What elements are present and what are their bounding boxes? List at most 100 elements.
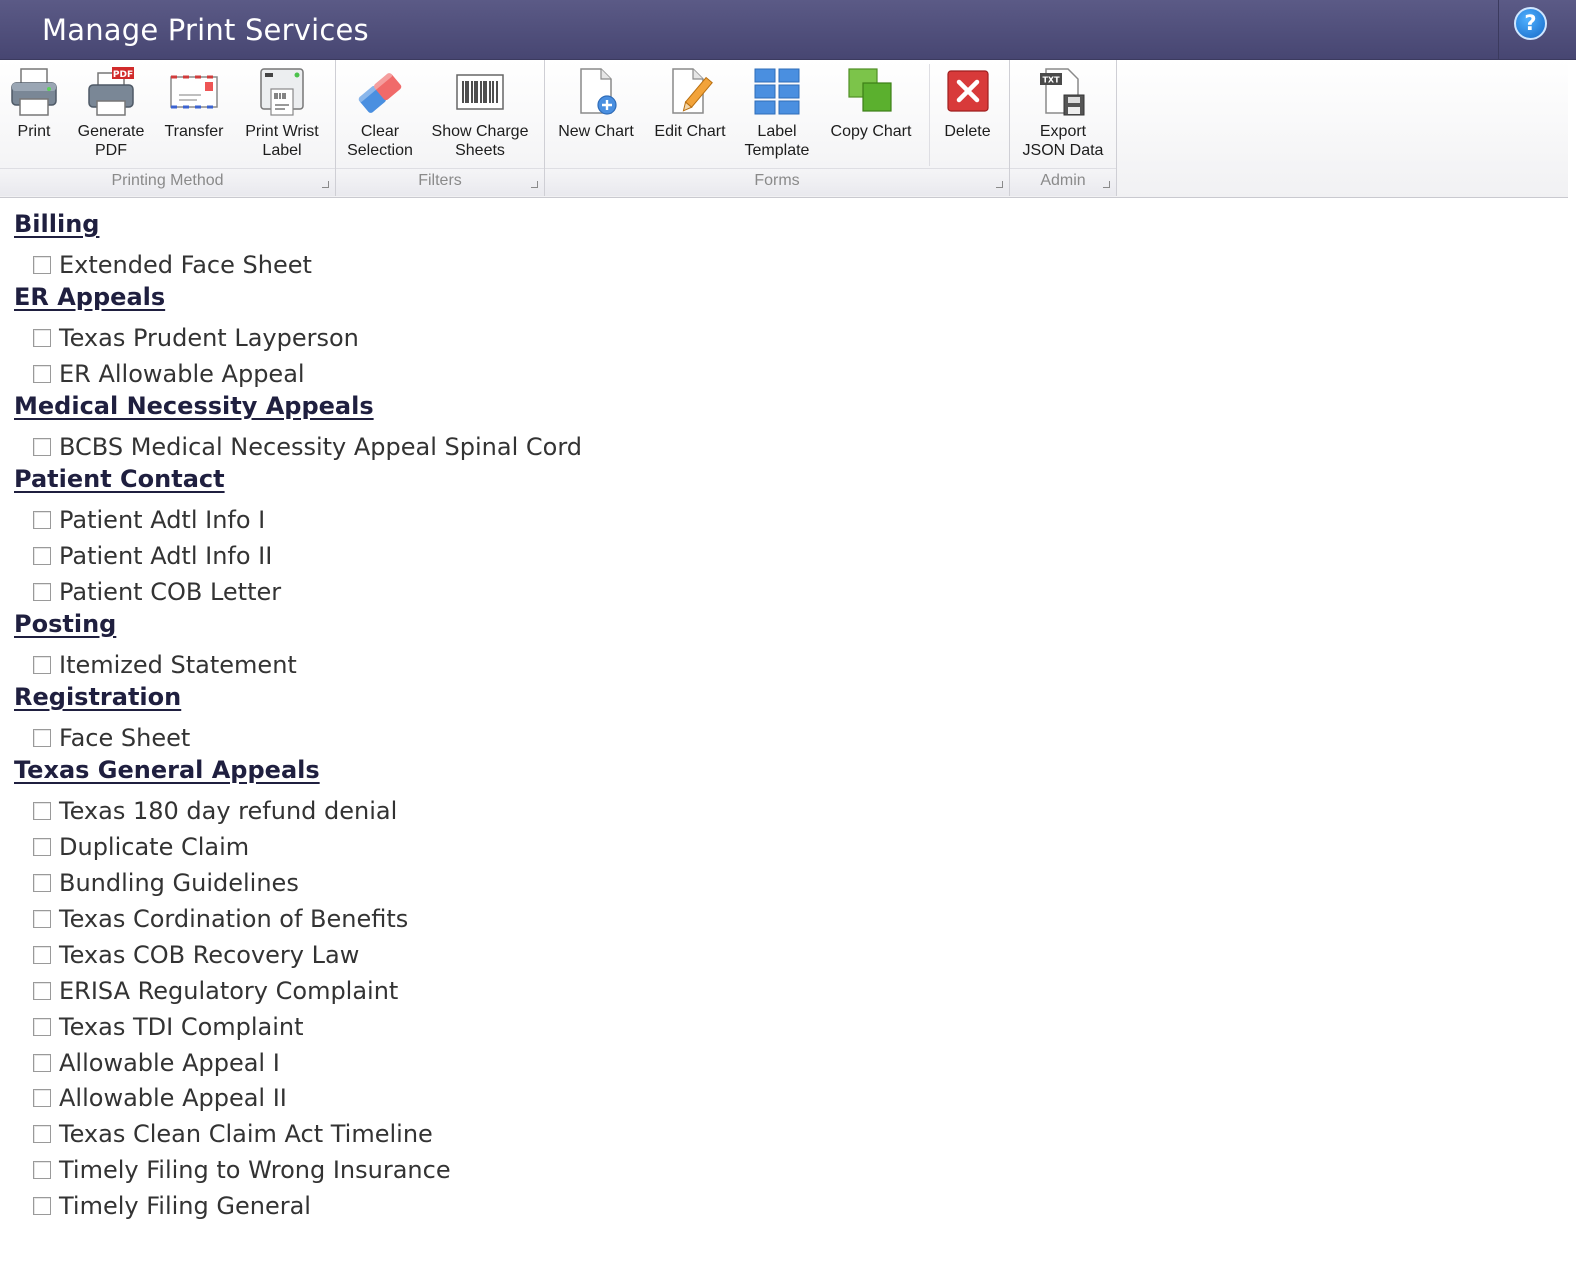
ribbon-group-admin: TXT Export JSON Data Admin (1010, 60, 1117, 196)
category-heading-texas-general-appeals: Texas General Appeals (14, 756, 320, 784)
form-checkbox[interactable] (33, 656, 51, 674)
form-item[interactable]: Texas 180 day refund denial (33, 796, 397, 826)
form-checkbox[interactable] (33, 329, 51, 347)
form-item[interactable]: Texas Prudent Layperson (33, 323, 359, 353)
form-checkbox[interactable] (33, 729, 51, 747)
form-item-label: Texas COB Recovery Law (59, 941, 360, 969)
transfer-button[interactable]: Transfer (158, 64, 230, 166)
form-checkbox[interactable] (33, 1089, 51, 1107)
form-item[interactable]: Texas TDI Complaint (33, 1012, 304, 1042)
edit-chart-label: Edit Chart (654, 123, 726, 140)
new-chart-button[interactable]: New Chart (553, 64, 639, 166)
label-template-button[interactable]: Label Template (737, 64, 817, 166)
form-item-label: BCBS Medical Necessity Appeal Spinal Cor… (59, 433, 583, 461)
form-item[interactable]: ER Allowable Appeal (33, 359, 305, 389)
form-checkbox[interactable] (33, 946, 51, 964)
form-checkbox[interactable] (33, 910, 51, 928)
svg-text:TXT: TXT (1042, 76, 1060, 85)
dialog-launcher-icon[interactable] (322, 181, 329, 188)
form-checkbox[interactable] (33, 1054, 51, 1072)
transfer-label: Transfer (164, 123, 224, 140)
form-item-label: Texas TDI Complaint (59, 1013, 304, 1041)
print-button[interactable]: Print (4, 64, 64, 166)
ribbon-group-label: Admin (1040, 172, 1086, 189)
ribbon-group-forms: New Chart Edit Chart Label Template Copy… (545, 60, 1010, 196)
form-item[interactable]: Allowable Appeal I (33, 1048, 280, 1078)
copy-chart-button[interactable]: Copy Chart (825, 64, 917, 166)
form-item-label: Patient Adtl Info II (59, 542, 273, 570)
grid-template-icon (754, 68, 800, 115)
form-item[interactable]: Texas Clean Claim Act Timeline (33, 1119, 433, 1149)
form-checkbox[interactable] (33, 838, 51, 856)
category-heading-registration: Registration (14, 683, 182, 711)
form-checkbox[interactable] (33, 1161, 51, 1179)
form-item[interactable]: Patient Adtl Info I (33, 505, 265, 535)
form-item-label: Texas Prudent Layperson (59, 324, 359, 352)
printer-icon (11, 68, 57, 116)
form-item-label: Texas 180 day refund denial (59, 797, 398, 825)
form-checkbox[interactable] (33, 511, 51, 529)
ribbon-toolbar: Print PDF Generate PDF Transfer Print Wr… (0, 60, 1568, 198)
barcode-icon (456, 74, 504, 110)
clear-selection-button[interactable]: Clear Selection (342, 64, 418, 166)
form-item[interactable]: Face Sheet (33, 723, 190, 753)
eraser-icon (358, 72, 402, 113)
form-item[interactable]: Timely Filing to Wrong Insurance (33, 1155, 451, 1185)
form-checkbox[interactable] (33, 982, 51, 1000)
print-wrist-label-label: Print Wrist Label (245, 123, 319, 159)
delete-button[interactable]: Delete (929, 64, 1005, 166)
form-item-label: Timely Filing to Wrong Insurance (59, 1156, 451, 1184)
form-item[interactable]: Texas Cordination of Benefits (33, 904, 408, 934)
form-checkbox[interactable] (33, 1125, 51, 1143)
form-checkbox[interactable] (33, 1018, 51, 1036)
category-heading-medical-necessity-appeals: Medical Necessity Appeals (14, 392, 374, 420)
edit-document-icon (672, 68, 713, 114)
print-wrist-label-button[interactable]: Print Wrist Label (238, 64, 326, 166)
window-edge (1568, 60, 1576, 1275)
form-checkbox[interactable] (33, 547, 51, 565)
export-json-data-button[interactable]: TXT Export JSON Data (1016, 64, 1110, 166)
form-checkbox[interactable] (33, 802, 51, 820)
dialog-launcher-icon[interactable] (531, 181, 538, 188)
form-item[interactable]: Timely Filing General (33, 1191, 311, 1221)
form-item[interactable]: ERISA Regulatory Complaint (33, 976, 398, 1006)
show-charge-sheets-button[interactable]: Show Charge Sheets (428, 64, 532, 166)
form-checkbox[interactable] (33, 256, 51, 274)
form-item[interactable]: Texas COB Recovery Law (33, 940, 359, 970)
form-item[interactable]: Extended Face Sheet (33, 250, 312, 280)
clear-selection-label: Clear Selection (347, 123, 413, 159)
help-button[interactable]: ? (1514, 7, 1547, 40)
edit-chart-button[interactable]: Edit Chart (647, 64, 733, 166)
category-heading-billing: Billing (14, 210, 100, 238)
dialog-launcher-icon[interactable] (996, 181, 1003, 188)
dialog-launcher-icon[interactable] (1103, 181, 1110, 188)
form-checkbox[interactable] (33, 438, 51, 456)
form-item[interactable]: Itemized Statement (33, 650, 297, 680)
form-item[interactable]: Patient Adtl Info II (33, 541, 272, 571)
form-checkbox[interactable] (33, 874, 51, 892)
form-item[interactable]: Duplicate Claim (33, 832, 249, 862)
form-item-label: Texas Cordination of Benefits (59, 905, 409, 933)
form-list: Billing Extended Face Sheet ER Appeals T… (0, 198, 1568, 1275)
form-checkbox[interactable] (33, 583, 51, 601)
svg-text:PDF: PDF (113, 70, 133, 80)
form-checkbox[interactable] (33, 365, 51, 383)
form-item-label: Patient COB Letter (59, 578, 282, 606)
form-checkbox[interactable] (33, 1197, 51, 1215)
form-item-label: ERISA Regulatory Complaint (59, 977, 399, 1005)
ribbon-group-label: Forms (754, 172, 800, 189)
form-item[interactable]: Allowable Appeal II (33, 1083, 287, 1113)
label-template-label: Label Template (744, 123, 810, 159)
form-item-label: Allowable Appeal I (59, 1049, 280, 1077)
form-item[interactable]: Bundling Guidelines (33, 868, 299, 898)
export-json-data-label: Export JSON Data (1022, 123, 1104, 159)
form-item-label: Face Sheet (59, 724, 191, 752)
generate-pdf-button[interactable]: PDF Generate PDF (72, 64, 150, 166)
delete-label: Delete (944, 123, 991, 140)
generate-pdf-label: Generate PDF (77, 123, 145, 159)
form-item[interactable]: Patient COB Letter (33, 577, 281, 607)
ribbon-group-label: Printing Method (111, 172, 224, 189)
pdf-printer-icon: PDF (88, 67, 134, 116)
category-heading-posting: Posting (14, 610, 117, 638)
form-item[interactable]: BCBS Medical Necessity Appeal Spinal Cor… (33, 432, 582, 462)
